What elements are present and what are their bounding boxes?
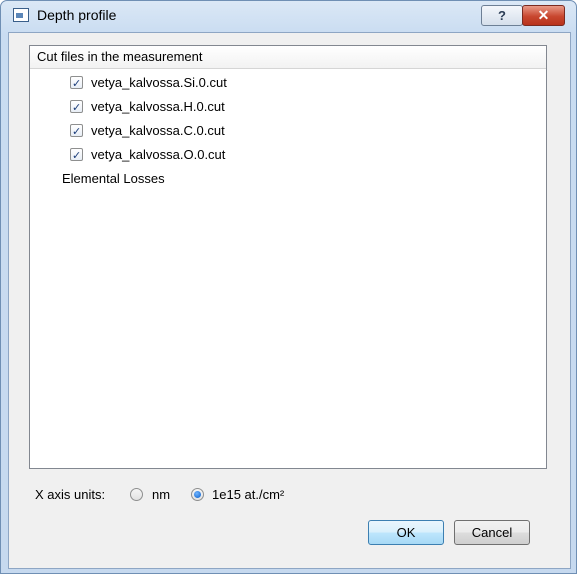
checkbox-checked[interactable] <box>70 98 83 118</box>
window-icon <box>13 8 29 22</box>
close-button[interactable]: ✕ <box>522 5 565 26</box>
tree-item-label: vetya_kalvossa.O.0.cut <box>91 147 226 162</box>
tree-item-label: vetya_kalvossa.C.0.cut <box>91 123 225 138</box>
checkbox-checked[interactable] <box>70 122 83 142</box>
x-axis-units-label: X axis units: <box>35 487 106 502</box>
tree-item-cut-file[interactable]: vetya_kalvossa.Si.0.cut <box>70 73 227 94</box>
radio-nm-label[interactable]: nm <box>152 487 170 502</box>
tree-header: Cut files in the measurement <box>30 46 546 69</box>
radio-nm[interactable] <box>130 488 143 501</box>
checkbox-checked[interactable] <box>70 74 83 94</box>
radio-at-cm2-label[interactable]: 1e15 at./cm² <box>212 487 284 502</box>
cancel-button[interactable]: Cancel <box>454 520 530 545</box>
title-bar[interactable]: Depth profile ? ✕ <box>1 1 576 31</box>
window-title: Depth profile <box>37 7 117 23</box>
checkbox-checked[interactable] <box>70 146 83 166</box>
close-icon: ✕ <box>537 7 550 23</box>
cut-files-tree[interactable]: Cut files in the measurement vetya_kalvo… <box>29 45 547 469</box>
tree-item-cut-file[interactable]: vetya_kalvossa.O.0.cut <box>70 145 226 166</box>
radio-at-cm2[interactable] <box>191 488 204 501</box>
tree-item-label: Elemental Losses <box>62 171 165 186</box>
tree-item-elemental-losses[interactable]: Elemental Losses <box>62 169 165 189</box>
tree-item-label: vetya_kalvossa.H.0.cut <box>91 99 225 114</box>
ok-button[interactable]: OK <box>368 520 444 545</box>
help-button[interactable]: ? <box>481 5 523 26</box>
tree-item-cut-file[interactable]: vetya_kalvossa.H.0.cut <box>70 97 225 118</box>
tree-item-label: vetya_kalvossa.Si.0.cut <box>91 75 227 90</box>
tree-item-cut-file[interactable]: vetya_kalvossa.C.0.cut <box>70 121 225 142</box>
